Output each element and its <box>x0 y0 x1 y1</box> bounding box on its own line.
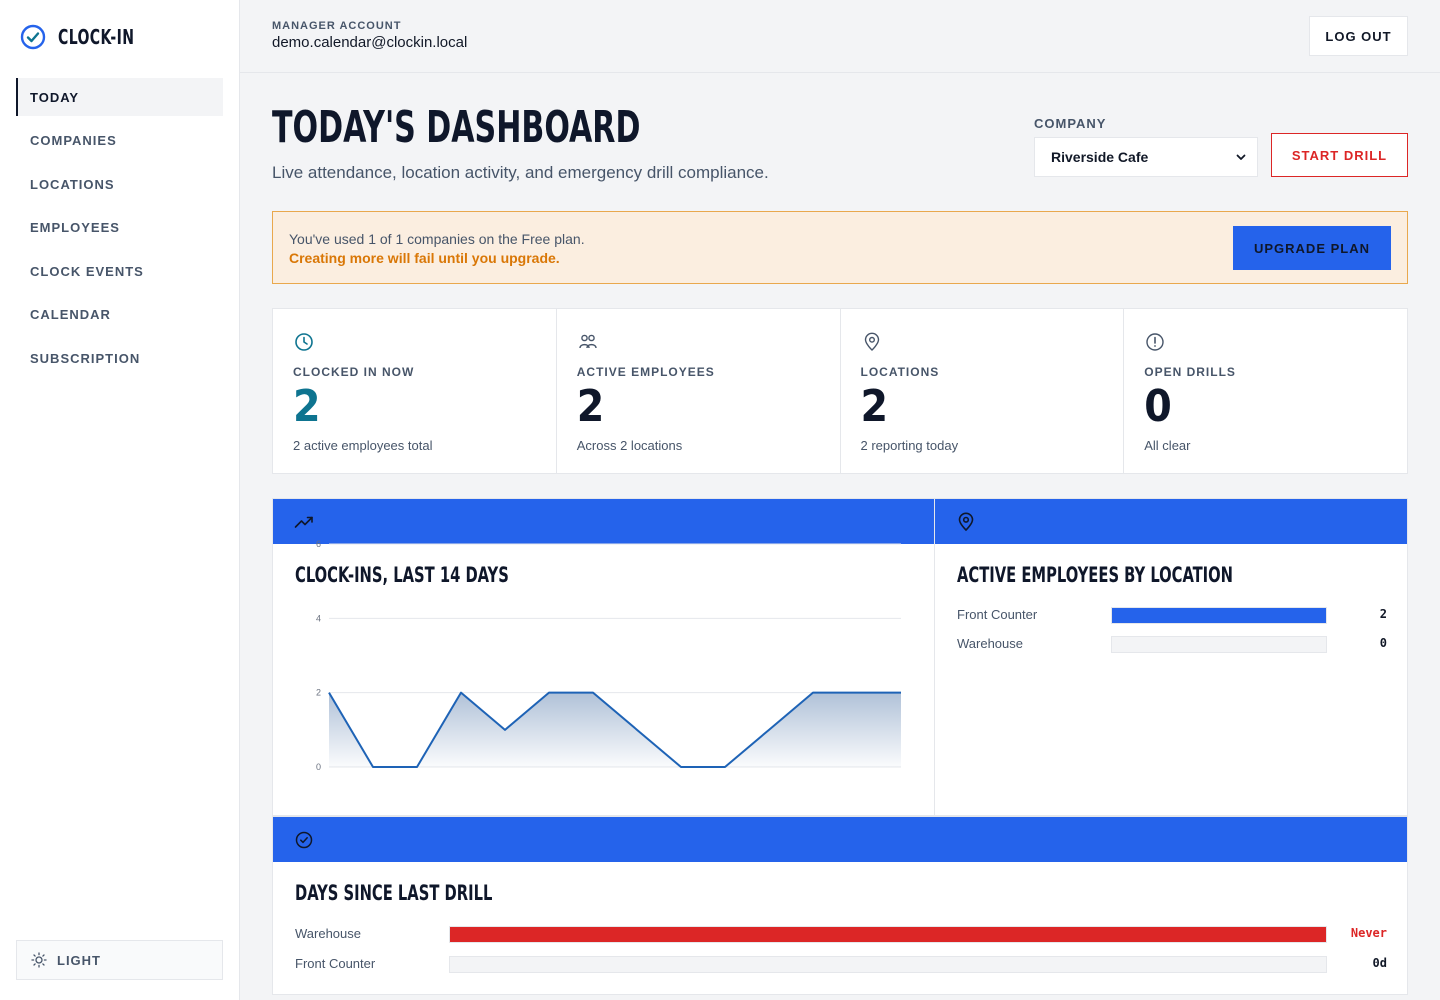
stat-value: 2 <box>293 381 321 432</box>
stat-label: ACTIVE EMPLOYEES <box>576 365 715 379</box>
start-drill-button[interactable]: START DRILL <box>1271 133 1408 177</box>
topbar: MANAGER ACCOUNT demo.calendar@clockin.lo… <box>240 0 1440 73</box>
map-pin-icon <box>958 512 974 532</box>
stat-label: LOCATIONS <box>860 365 940 379</box>
location-name: Front Counter <box>957 607 1038 622</box>
stat-open-drills: OPEN DRILLS 0 All clear <box>1124 309 1407 473</box>
company-label: COMPANY <box>1034 116 1107 131</box>
plan-limit-banner: You've used 1 of 1 companies on the Free… <box>272 211 1408 284</box>
stat-locations: LOCATIONS 2 2 reporting today <box>841 309 1125 473</box>
location-count: 2 <box>1379 607 1387 621</box>
theme-toggle-label: LIGHT <box>57 952 101 968</box>
brand[interactable]: CLOCK-IN <box>20 24 156 50</box>
alert-circle-icon <box>1146 333 1164 351</box>
sidebar-nav: TODAY COMPANIES LOCATIONS EMPLOYEES CLOC… <box>16 78 223 383</box>
stat-subtext: 2 reporting today <box>860 438 959 453</box>
drill-bar-track <box>449 956 1327 973</box>
drill-bar-fill <box>450 927 1326 942</box>
clock-icon <box>295 333 313 351</box>
account-label: MANAGER ACCOUNT <box>272 20 402 32</box>
panel-header-bar <box>935 499 1407 544</box>
page-subtitle: Live attendance, location activity, and … <box>272 163 769 182</box>
company-select[interactable]: Riverside Cafe <box>1034 137 1258 177</box>
sidebar-item-companies[interactable]: COMPANIES <box>16 122 223 160</box>
y-tick-label: 4 <box>316 613 321 623</box>
location-bar-fill <box>1112 608 1326 623</box>
drill-bar-track <box>449 926 1327 943</box>
y-tick-label: 2 <box>316 688 321 698</box>
upgrade-plan-button[interactable]: UPGRADE PLAN <box>1233 226 1391 270</box>
drill-row: Front Counter 0d <box>295 956 1387 976</box>
chevron-down-icon <box>1236 154 1246 160</box>
stats-row: CLOCKED IN NOW 2 2 active employees tota… <box>272 308 1408 474</box>
location-row: Warehouse 0 <box>957 636 1387 656</box>
stat-subtext: 2 active employees total <box>293 438 433 453</box>
sidebar-item-subscription[interactable]: SUBSCRIPTION <box>16 339 223 377</box>
sidebar: CLOCK-IN TODAY COMPANIES LOCATIONS EMPLO… <box>0 0 240 1000</box>
banner-warning: Creating more will fail until you upgrad… <box>289 250 560 266</box>
theme-toggle-button[interactable]: LIGHT <box>16 940 223 980</box>
map-pin-icon <box>864 332 879 351</box>
check-circle-icon <box>295 831 313 849</box>
panel-title: DAYS SINCE LAST DRILL <box>295 881 493 905</box>
clockins-chart-panel: CLOCK-INS, LAST 14 DAYS 0246 <box>272 498 935 816</box>
stat-subtext: Across 2 locations <box>576 438 683 453</box>
drill-days-value: 0d <box>1372 956 1387 970</box>
stat-label: OPEN DRILLS <box>1144 365 1236 379</box>
company-select-value: Riverside Cafe <box>1051 149 1149 165</box>
banner-message: You've used 1 of 1 companies on the Free… <box>289 231 585 247</box>
sidebar-item-calendar[interactable]: CALENDAR <box>16 296 223 334</box>
y-tick-label: 0 <box>316 762 321 772</box>
users-icon <box>579 334 597 349</box>
stat-value: 0 <box>1144 381 1172 432</box>
location-count: 0 <box>1379 636 1387 650</box>
logout-button[interactable]: LOG OUT <box>1309 16 1408 56</box>
y-tick-label: 6 <box>316 539 321 549</box>
stat-label: CLOCKED IN NOW <box>293 365 415 379</box>
location-name: Warehouse <box>957 636 1023 651</box>
panel-header-bar <box>273 817 1407 862</box>
stat-subtext: All clear <box>1144 438 1191 453</box>
drill-days-value: Never <box>1350 926 1387 940</box>
drill-location-name: Warehouse <box>295 926 361 941</box>
drill-row: Warehouse Never <box>295 926 1387 946</box>
stat-active-employees: ACTIVE EMPLOYEES 2 Across 2 locations <box>557 309 841 473</box>
panel-title: ACTIVE EMPLOYEES BY LOCATION <box>957 563 1233 587</box>
clockins-line-chart: 0 2 4 6 <box>316 539 902 772</box>
location-bar-track <box>1111 607 1327 624</box>
stat-clocked-in: CLOCKED IN NOW 2 2 active employees tota… <box>273 309 557 473</box>
sidebar-item-clock-events[interactable]: CLOCK EVENTS <box>16 252 223 290</box>
account-email: demo.calendar@clockin.local <box>272 34 468 51</box>
brand-name: CLOCK-IN <box>58 25 135 49</box>
stat-value: 2 <box>860 381 889 432</box>
stat-value: 2 <box>576 381 605 432</box>
check-circle-logo-icon <box>20 24 46 50</box>
location-row: Front Counter 2 <box>957 607 1387 627</box>
drill-location-name: Front Counter <box>295 956 376 971</box>
drill-panel: DAYS SINCE LAST DRILL Warehouse Never Fr… <box>272 816 1408 995</box>
location-bar-track <box>1111 636 1327 653</box>
sidebar-item-locations[interactable]: LOCATIONS <box>16 165 223 203</box>
sidebar-item-employees[interactable]: EMPLOYEES <box>16 209 223 247</box>
series-area <box>329 692 901 767</box>
sun-icon <box>31 952 47 968</box>
sidebar-item-today[interactable]: TODAY <box>16 78 223 116</box>
location-panel: ACTIVE EMPLOYEES BY LOCATION Front Count… <box>934 498 1408 816</box>
page-title: TODAY'S DASHBOARD <box>272 102 641 153</box>
